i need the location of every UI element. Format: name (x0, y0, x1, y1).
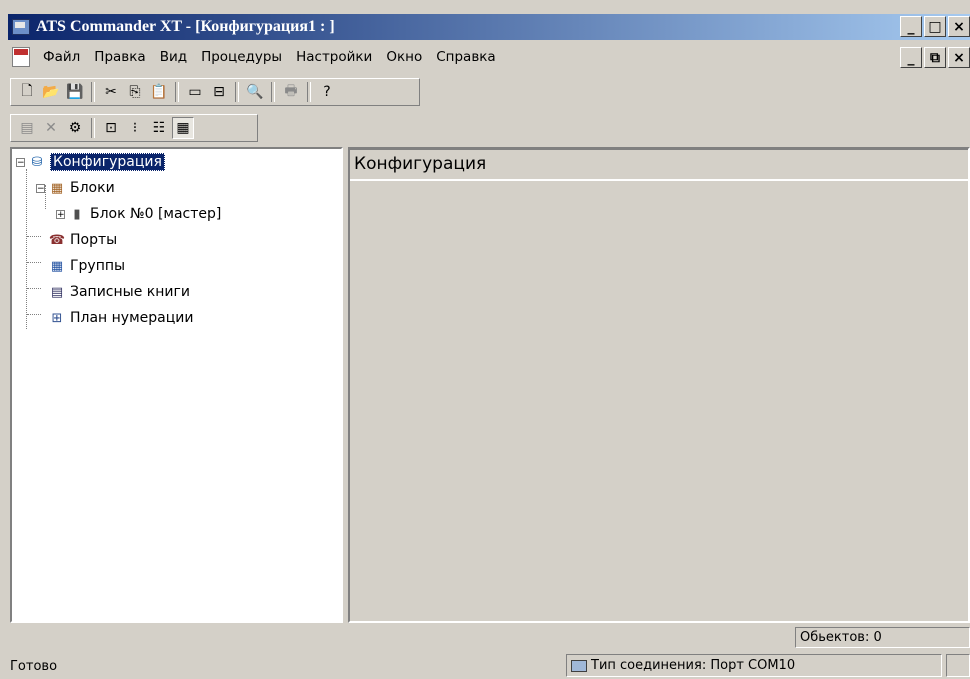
main-toolbar: 🗋 📂 💾 ✂ ⎘ 📋 ▭ ⊟ 🔍 🖶 ? (10, 78, 420, 106)
cut-icon[interactable]: ✂ (100, 81, 122, 103)
status-bar: Готово Тип соединения: Порт COM10 (0, 652, 970, 679)
tree-node-label: Записные книги (70, 284, 190, 300)
tree-node-notebooks[interactable]: ▤ Записные книги (49, 281, 190, 303)
mdi-close-button[interactable]: × (948, 47, 970, 68)
tree-node-numbering-plan[interactable]: ⊞ План нумерации (49, 307, 194, 329)
detail-panel[interactable]: Конфигурация (348, 147, 970, 623)
tree-node-label: План нумерации (70, 310, 194, 326)
connection-status: Тип соединения: Порт COM10 (566, 654, 942, 677)
close-button[interactable]: × (948, 16, 970, 37)
tree-toolbar: ▤ ✕ ⚙ ⊡ ⁝ ☷ ▦ (10, 114, 258, 142)
configuration-icon: ⛁ (31, 154, 43, 170)
tree-line (27, 236, 41, 237)
properties-icon[interactable]: ▤ (16, 117, 38, 139)
detail-header: Конфигурация (350, 149, 968, 181)
block-icon: ▮ (73, 206, 81, 222)
tree-node-configuration[interactable]: − ⛁ Конфигурация (16, 151, 165, 173)
tree-node-groups[interactable]: ▦ Группы (49, 255, 125, 277)
numbering-plan-icon: ⊞ (51, 310, 63, 326)
connection-text: Тип соединения: Порт COM10 (591, 658, 796, 673)
ports-icon: ☎ (48, 232, 66, 248)
details-view-icon[interactable]: ▦ (172, 117, 194, 139)
help-icon[interactable]: ? (316, 81, 338, 103)
toolbar-separator (91, 118, 95, 138)
resize-grip[interactable] (946, 654, 970, 677)
menu-edit[interactable]: Правка (87, 49, 152, 65)
groups-icon: ▦ (50, 258, 64, 274)
window-title: ATS Commander XT - [Конфигурация1 : ] (36, 18, 335, 35)
maximize-button[interactable]: □ (924, 16, 946, 37)
tree-node-label: Порты (70, 232, 118, 248)
list-view-icon[interactable]: ☷ (148, 117, 170, 139)
menu-window[interactable]: Окно (379, 49, 429, 65)
connection-icon (571, 659, 587, 672)
mdi-restore-button[interactable]: ⧉ (924, 47, 946, 68)
tree-line (26, 169, 27, 329)
mdi-minimize-button[interactable]: _ (900, 47, 922, 68)
settings-icon[interactable]: ⚙ (64, 117, 86, 139)
tree-node-block-0[interactable]: + ▮ Блок №0 [мастер] (56, 203, 221, 225)
new-item-icon[interactable]: ▭ (184, 81, 206, 103)
small-icons-icon[interactable]: ⁝ (124, 117, 146, 139)
menu-bar: Файл Правка Вид Процедуры Настройки Окно… (8, 44, 970, 70)
toolbar-separator (271, 82, 275, 102)
notebook-icon: ▤ (50, 284, 64, 300)
status-ready: Готово (10, 659, 58, 674)
toolbar-separator (175, 82, 179, 102)
document-icon[interactable] (12, 47, 30, 67)
tree-node-label: Группы (70, 258, 126, 274)
tree-node-label: Блоки (70, 180, 115, 196)
save-icon[interactable]: 💾 (64, 81, 86, 103)
expand-toggle[interactable]: + (56, 209, 65, 219)
menu-help[interactable]: Справка (429, 49, 502, 65)
minimize-button[interactable]: _ (900, 16, 922, 37)
tree-node-label: Блок №0 [мастер] (90, 206, 222, 222)
mdi-controls: _ ⧉ × (900, 47, 970, 68)
tree-node-ports[interactable]: ☎ Порты (49, 229, 117, 251)
copy-icon[interactable]: ⎘ (124, 81, 146, 103)
new-document-icon[interactable]: 🗋 (16, 81, 38, 103)
toolbar-separator (91, 82, 95, 102)
toolbar-separator (307, 82, 311, 102)
collapse-toggle[interactable]: − (36, 183, 45, 193)
menu-procedures[interactable]: Процедуры (194, 49, 289, 65)
toolbar-separator (235, 82, 239, 102)
open-folder-icon[interactable]: 📂 (40, 81, 62, 103)
tree-line (27, 262, 41, 263)
tree-node-label: Конфигурация (50, 153, 165, 171)
tree-line (27, 288, 41, 289)
tree-node-blocks[interactable]: − ▦ Блоки (36, 177, 115, 199)
preview-icon[interactable]: 🔍 (244, 81, 266, 103)
configuration-tree[interactable]: − ⛁ Конфигурация − ▦ Блоки + ▮ Блок №0 [… (10, 147, 343, 623)
paste-icon[interactable]: 📋 (148, 81, 170, 103)
app-icon (12, 19, 30, 35)
delete-icon[interactable]: ✕ (40, 117, 62, 139)
menu-view[interactable]: Вид (153, 49, 194, 65)
print-icon[interactable]: 🖶 (280, 81, 302, 103)
collapse-toggle[interactable]: − (16, 157, 25, 167)
tree-line (27, 314, 41, 315)
objects-count: Обьектов: 0 (795, 627, 970, 648)
large-icons-icon[interactable]: ⊡ (100, 117, 122, 139)
open-item-icon[interactable]: ⊟ (208, 81, 230, 103)
title-bar[interactable]: ATS Commander XT - [Конфигурация1 : ] _ … (8, 14, 970, 40)
menu-settings[interactable]: Настройки (289, 49, 379, 65)
blocks-icon: ▦ (50, 180, 64, 196)
menu-file[interactable]: Файл (36, 49, 87, 65)
window-controls: _ □ × (900, 16, 970, 37)
